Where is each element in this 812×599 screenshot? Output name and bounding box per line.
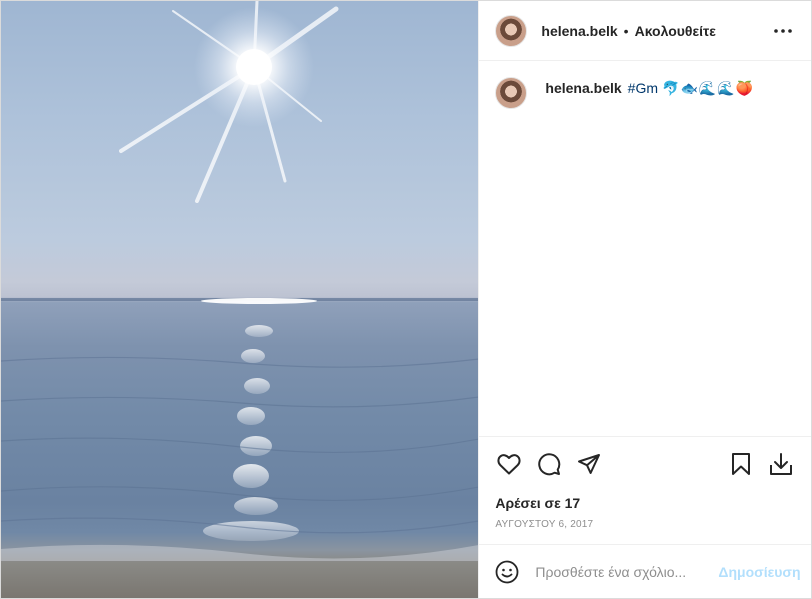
bookmark-icon[interactable] [727,450,755,478]
paper-plane-icon[interactable] [575,450,603,478]
post-side-panel: helena.belk • Ακολουθείτε helena.belk #G… [478,1,812,598]
username-link[interactable]: helena.belk [541,23,617,39]
caption-emojis: 🐬🐟🌊🌊🍑 [662,80,755,96]
comment-input[interactable] [533,562,719,581]
more-options-icon[interactable] [771,19,795,43]
caption-text: helena.belk #Gm 🐬🐟🌊🌊🍑 [545,79,754,97]
caption-avatar[interactable] [495,77,528,109]
post-actions: Αρέσει σε 17 ΑΥΓΟΥΣΤΟΥ 6, 2017 [479,436,812,530]
post-modal: helena.belk • Ακολουθείτε helena.belk #G… [0,0,812,599]
separator-dot: • [623,22,629,39]
download-icon[interactable] [767,450,795,478]
caption-username-link[interactable]: helena.belk [545,79,621,97]
comment-form: Δημοσίευση [479,544,812,598]
smiley-icon[interactable] [495,559,519,585]
sea-sunrise-image [1,1,479,561]
post-comment-button[interactable]: Δημοσίευση [718,564,800,580]
post-photo[interactable] [1,1,479,598]
comment-icon[interactable] [535,450,563,478]
avatar[interactable] [495,14,528,47]
post-caption: helena.belk #Gm 🐬🐟🌊🌊🍑 [479,61,811,109]
likes-count[interactable]: Αρέσει σε 17 [495,495,795,511]
post-header: helena.belk • Ακολουθείτε [479,1,811,61]
heart-icon[interactable] [495,450,523,478]
following-button[interactable]: Ακολουθείτε [635,23,716,39]
post-date[interactable]: ΑΥΓΟΥΣΤΟΥ 6, 2017 [495,519,795,530]
action-icons-row [495,449,795,479]
hashtag-link[interactable]: #Gm [628,79,658,97]
right-actions [727,450,795,478]
